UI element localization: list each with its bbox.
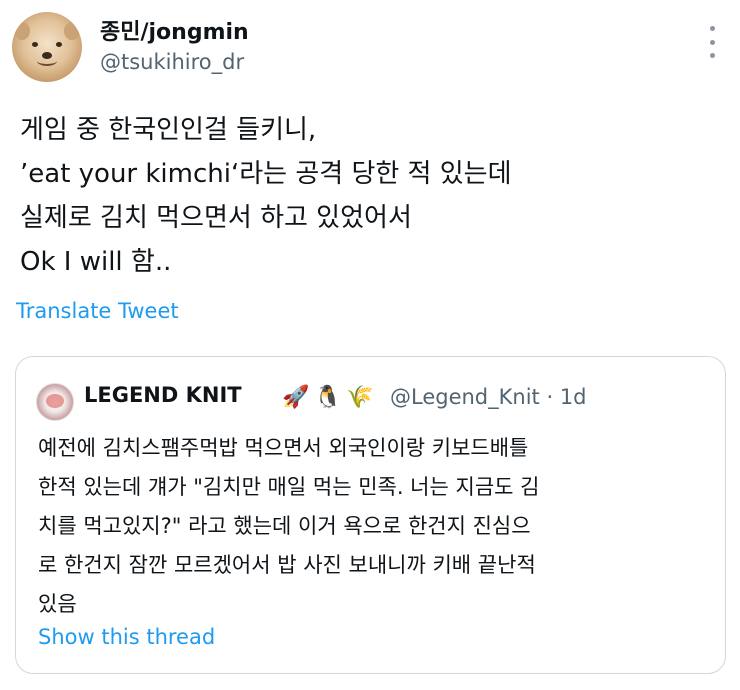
rocket-icon: 🚀: [282, 385, 310, 410]
quote-line: 있음: [38, 592, 77, 616]
tweet-line: 실제로 김치 먹으면서 하고 있었어서: [20, 203, 412, 233]
author-display-name[interactable]: 종민/jongmin: [100, 14, 249, 46]
quoted-author-avatar: [36, 383, 74, 421]
tweet-line: 게임 중 한국인인걸 들키니,: [20, 115, 317, 145]
more-options-icon[interactable]: [700, 26, 724, 58]
tweet-line: ’eat your kimchi‘라는 공격 당한 적 있는데: [20, 159, 512, 189]
tweet-text: 게임 중 한국인인걸 들키니, ’eat your kimchi‘라는 공격 당…: [20, 108, 720, 284]
show-thread-link[interactable]: Show this thread: [38, 625, 215, 649]
quoted-tweet-text: 예전에 김치스팸주먹밥 먹으면서 외국인이랑 키보드배틀 한적 있는데 걔가 "…: [38, 429, 718, 624]
author-handle[interactable]: @tsukihiro_dr: [100, 50, 244, 74]
translate-tweet-link[interactable]: Translate Tweet: [16, 299, 179, 323]
tweet-line: Ok I will 함..: [20, 247, 172, 277]
quote-line: 예전에 김치스팸주먹밥 먹으면서 외국인이랑 키보드배틀: [38, 436, 529, 460]
quote-line: 한적 있는데 걔가 "김치만 매일 먹는 민족. 너는 지금도 김: [38, 475, 540, 499]
quoted-tweet-card[interactable]: LEGEND KNIT 🚀 🐧 🌾 @Legend_Knit · 1d 예전에 …: [15, 356, 726, 674]
quote-line: 치를 먹고있지?" 라고 했는데 이거 욕으로 한건지 진심으: [38, 514, 531, 538]
rice-plant-icon: 🌾: [346, 385, 374, 410]
penguin-icon: 🐧: [314, 385, 342, 410]
quoted-author-name: LEGEND KNIT: [84, 383, 242, 407]
quote-line: 로 한건지 잠깐 모르겠어서 밥 사진 보내니까 키배 끝난적: [38, 553, 536, 577]
quoted-author-handle-time: @Legend_Knit · 1d: [390, 385, 587, 409]
author-avatar[interactable]: [12, 12, 82, 82]
